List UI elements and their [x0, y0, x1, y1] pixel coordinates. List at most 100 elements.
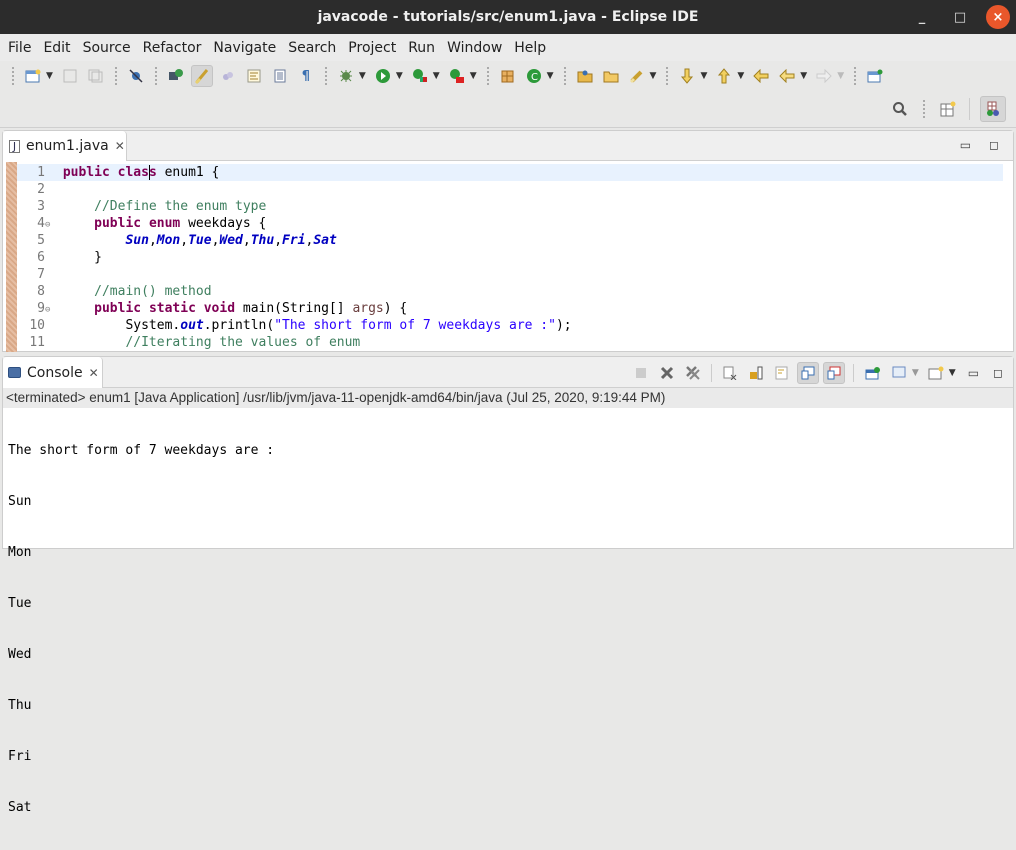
run-button[interactable] [372, 65, 394, 87]
code-text: .println( [203, 318, 275, 333]
window-title: javacode - tutorials/src/enum1.java - Ec… [317, 9, 699, 25]
java-perspective-icon [987, 101, 999, 116]
menu-help[interactable]: Help [509, 40, 551, 56]
open-folder-button[interactable] [600, 65, 622, 87]
new-button[interactable] [22, 65, 44, 87]
menu-edit[interactable]: Edit [38, 40, 75, 56]
code-editor[interactable]: 1 public class enum1 { 2 3 //Define the … [3, 162, 1013, 352]
close-tab-icon[interactable]: ✕ [89, 366, 99, 380]
menu-run[interactable]: Run [403, 40, 440, 56]
maximize-button[interactable]: □ [948, 5, 972, 29]
menu-project[interactable]: Project [343, 40, 401, 56]
external-tools-dropdown-icon[interactable]: ▼ [470, 71, 477, 81]
forward-dropdown-icon[interactable]: ▼ [837, 71, 844, 81]
menu-navigate[interactable]: Navigate [208, 40, 281, 56]
maximize-pane-icon[interactable]: ◻ [993, 366, 1003, 380]
menu-file[interactable]: File [3, 40, 36, 56]
code-line[interactable]: 8 //main() method [17, 283, 1003, 300]
show-on-stdout-button[interactable] [796, 362, 819, 384]
toolbar-separator [324, 67, 327, 85]
back-button[interactable] [776, 65, 798, 87]
display-console-button[interactable] [888, 362, 910, 384]
word-wrap-button[interactable] [771, 362, 793, 384]
code-line[interactable]: 7 [17, 266, 1003, 283]
external-tools-button[interactable] [446, 65, 468, 87]
skip-breakpoints-button[interactable] [125, 65, 147, 87]
toggle-mark-occurrences-button[interactable] [190, 65, 213, 87]
code-line[interactable]: 9⊖ public static void main(String[] args… [17, 300, 1003, 317]
code-line[interactable]: 1 public class enum1 { [17, 164, 1003, 181]
pin-console-button[interactable] [862, 362, 884, 384]
remove-all-terminated-button[interactable] [682, 362, 704, 384]
coverage-dropdown-icon[interactable]: ▼ [433, 71, 440, 81]
show-on-stderr-button[interactable] [822, 362, 845, 384]
line-number: 5 [37, 233, 45, 248]
enum-constant: Sun [125, 233, 149, 248]
search-dropdown-icon[interactable]: ▼ [650, 71, 657, 81]
debug-dropdown-icon[interactable]: ▼ [359, 71, 366, 81]
back-dropdown-icon[interactable]: ▼ [800, 71, 807, 81]
open-perspective-button[interactable] [937, 98, 959, 120]
toggle-block-selection-button[interactable] [217, 65, 239, 87]
open-console-button[interactable] [925, 362, 947, 384]
word-wrap-button[interactable] [243, 65, 265, 87]
menu-search[interactable]: Search [283, 40, 341, 56]
code-text: System. [125, 318, 181, 333]
show-paragraph-button[interactable]: ¶ [295, 65, 317, 87]
clear-console-button[interactable] [719, 362, 741, 384]
open-console-dropdown-icon[interactable]: ▼ [949, 368, 956, 378]
close-tab-icon[interactable]: ✕ [115, 139, 125, 153]
console-output[interactable]: The short form of 7 weekdays are : Sun M… [3, 408, 1013, 850]
debug-button[interactable] [335, 65, 357, 87]
pin-editor-button[interactable] [864, 65, 886, 87]
code-line[interactable]: 3 //Define the enum type [17, 198, 1003, 215]
last-edit-button[interactable] [750, 65, 772, 87]
console-status: <terminated> enum1 [Java Application] /u… [3, 388, 1013, 408]
tab-console[interactable]: Console ✕ [3, 357, 103, 388]
minimize-pane-icon[interactable]: ▭ [960, 138, 971, 152]
open-task-icon [577, 70, 593, 83]
scroll-lock-button[interactable] [745, 362, 767, 384]
code-line[interactable]: 6 } [17, 249, 1003, 266]
menu-source[interactable]: Source [78, 40, 136, 56]
search-button[interactable] [626, 65, 648, 87]
remove-launch-button[interactable] [656, 362, 678, 384]
toolbar-grip[interactable] [12, 67, 14, 85]
run-dropdown-icon[interactable]: ▼ [396, 71, 403, 81]
display-console-dropdown-icon[interactable]: ▼ [912, 368, 919, 378]
menu-refactor[interactable]: Refactor [138, 40, 207, 56]
java-perspective-button[interactable] [980, 96, 1006, 122]
menu-window[interactable]: Window [442, 40, 507, 56]
code-line[interactable]: 11 //Iterating the values of enum [17, 334, 1003, 351]
open-task-button[interactable] [574, 65, 596, 87]
code-line[interactable]: 2 [17, 181, 1003, 198]
code-line[interactable]: 10 System.out.println("The short form of… [17, 317, 1003, 334]
new-dropdown-icon[interactable]: ▼ [46, 71, 53, 81]
show-whitespace-button[interactable] [269, 65, 291, 87]
coverage-button[interactable] [409, 65, 431, 87]
next-annotation-button[interactable] [676, 65, 698, 87]
search-icon [629, 70, 642, 84]
close-button[interactable]: × [986, 5, 1010, 29]
quick-access-button[interactable] [889, 98, 911, 120]
forward-button[interactable] [813, 65, 835, 87]
new-class-dropdown-icon[interactable]: ▼ [547, 71, 554, 81]
save-all-button[interactable] [85, 65, 107, 87]
save-button[interactable] [59, 65, 81, 87]
previous-annotation-dropdown-icon[interactable]: ▼ [737, 71, 744, 81]
new-java-package-button[interactable] [497, 65, 519, 87]
maximize-pane-icon[interactable]: ◻ [989, 138, 999, 152]
minimize-button[interactable]: _ [910, 5, 934, 29]
open-type-button[interactable] [165, 65, 187, 87]
code-line[interactable]: 5 Sun,Mon,Tue,Wed,Thu,Fri,Sat [17, 232, 1003, 249]
minimize-pane-icon[interactable]: ▭ [968, 366, 979, 380]
previous-annotation-button[interactable] [713, 65, 735, 87]
code-text: enum1 { [156, 165, 220, 180]
tab-enum1-java[interactable]: J enum1.java ✕ [3, 131, 127, 161]
terminate-button[interactable] [630, 362, 652, 384]
line-number: 8 [37, 284, 45, 299]
new-class-button[interactable]: C [523, 65, 545, 87]
line-number: 9 [37, 301, 45, 316]
next-annotation-dropdown-icon[interactable]: ▼ [700, 71, 707, 81]
code-line[interactable]: 4⊖ public enum weekdays { [17, 215, 1003, 232]
